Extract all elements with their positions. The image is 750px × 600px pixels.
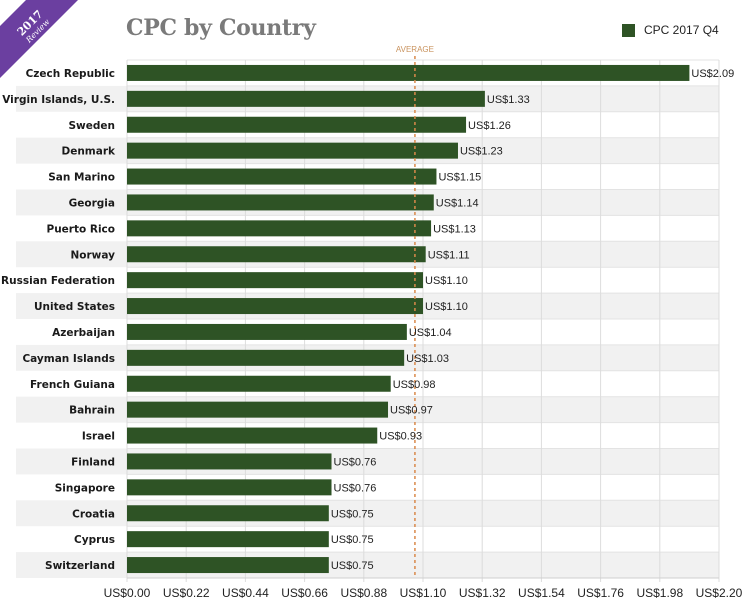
x-tick-label: US$0.66 [281,586,328,600]
x-tick-label: US$1.98 [636,586,683,600]
bar [127,401,389,418]
bar [127,64,690,81]
bar [127,246,426,263]
x-tick-label: US$0.00 [104,586,151,600]
bar [127,557,329,574]
bar [127,323,407,340]
category-label: Czech Republic [26,68,115,80]
category-label: Russian Federation [1,275,115,287]
bar [127,479,332,496]
category-label: Sweden [69,120,116,132]
bar [127,168,437,185]
category-label: Puerto Rico [47,223,115,235]
category-label: Switzerland [45,560,115,572]
x-tick-label: US$1.32 [459,586,506,600]
value-label: US$1.11 [428,249,470,261]
value-label: US$1.14 [436,197,479,209]
bar [127,194,434,211]
bar [127,90,485,107]
value-label: US$1.13 [433,223,476,235]
category-label: Croatia [72,508,115,520]
category-label: Finland [71,456,115,468]
value-label: US$1.10 [425,301,468,313]
category-label: Virgin Islands, U.S. [2,94,115,106]
bar [127,220,432,237]
value-label: US$0.75 [331,508,374,520]
value-label: US$0.76 [334,482,377,494]
value-label: US$1.15 [438,172,481,184]
category-label: Cyprus [74,534,115,546]
average-label: AVERAGE [396,45,434,54]
value-label: US$2.09 [691,68,734,80]
bar-chart: AVERAGE Czech Republic US$2.09 Virgin Isla… [1,45,743,600]
bar [127,272,423,289]
category-label: Bahrain [69,405,115,417]
category-label: San Marino [48,172,115,184]
bar [127,142,458,159]
x-tick-label: US$2.20 [696,586,743,600]
x-tick-label: US$1.10 [400,586,447,600]
category-label: Georgia [69,197,115,209]
value-label: US$0.75 [331,534,374,546]
value-label: US$1.33 [487,94,530,106]
value-label: US$0.75 [331,560,374,572]
value-label: US$1.04 [409,327,452,339]
category-label: Cayman Islands [22,353,115,365]
value-label: US$1.10 [425,275,468,287]
x-tick-label: US$0.44 [222,586,269,600]
value-label: US$0.76 [334,456,377,468]
category-label: United States [34,301,115,313]
value-label: US$0.97 [390,405,433,417]
x-tick-label: US$1.54 [518,586,565,600]
value-label: US$0.93 [379,431,422,443]
category-label: Norway [71,249,116,261]
bar [127,427,378,444]
category-label: French Guiana [30,379,115,391]
category-label: Singapore [55,482,115,494]
bar [127,349,405,366]
value-label: US$1.26 [468,120,511,132]
value-label: US$0.98 [393,379,436,391]
x-tick-label: US$0.88 [340,586,387,600]
category-label: Denmark [62,146,117,158]
category-label: Azerbaijan [52,327,115,339]
value-label: US$1.03 [406,353,449,365]
x-tick-label: US$1.76 [577,586,624,600]
bar [127,453,332,470]
category-label: Israel [82,431,115,443]
bar [127,298,423,315]
value-label: US$1.23 [460,146,503,158]
bar [127,375,391,392]
bar [127,531,329,548]
bar [127,505,329,522]
x-tick-label: US$0.22 [163,586,210,600]
